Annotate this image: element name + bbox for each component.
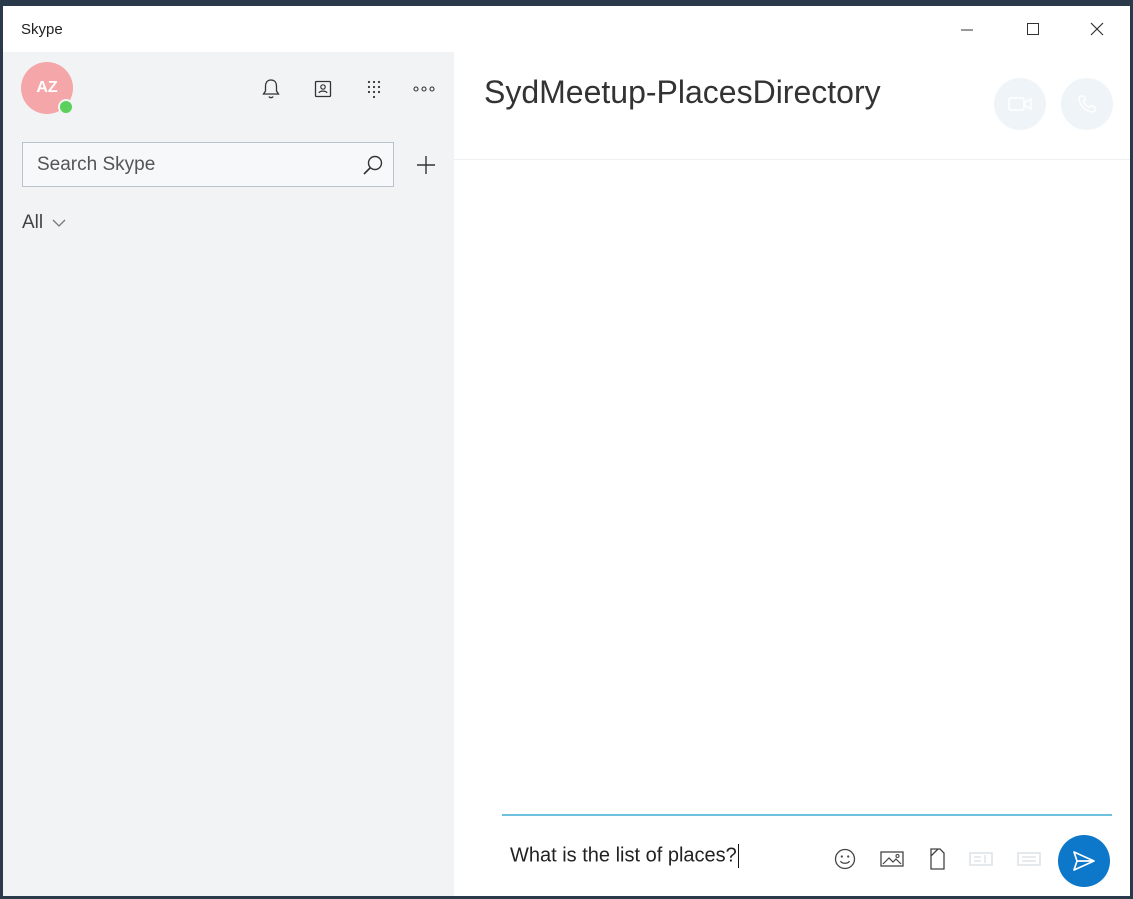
dialpad-button[interactable] (361, 76, 387, 102)
more-icon (413, 86, 435, 92)
title-bar: Skype (3, 6, 1130, 52)
filter-label: All (22, 212, 44, 233)
bell-icon (262, 79, 280, 99)
contact-card-icon (969, 852, 993, 866)
send-image-button[interactable] (877, 844, 907, 874)
video-call-icon (1008, 97, 1032, 111)
chat-panel: SydMeetup-PlacesDirectory What is the li… (454, 52, 1130, 896)
more-options-icon (1017, 852, 1041, 866)
send-icon (1073, 851, 1095, 871)
message-text: What is the list of places? (510, 844, 737, 867)
minimize-icon (961, 29, 973, 31)
chat-title[interactable]: SydMeetup-PlacesDirectory (484, 74, 881, 111)
filter-dropdown[interactable]: All (22, 212, 67, 234)
dialpad-icon (367, 80, 381, 99)
skype-window: Skype AZ Search Skype All SydMeetup-Plac… (3, 6, 1130, 896)
emoji-button[interactable] (830, 844, 860, 874)
chevron-down-icon (52, 219, 66, 227)
send-file-button[interactable] (922, 844, 952, 874)
send-contact-button[interactable] (966, 844, 996, 874)
file-icon (930, 848, 945, 870)
more-options-button[interactable] (411, 76, 437, 102)
contacts-icon (314, 80, 332, 98)
plus-icon (417, 156, 435, 174)
video-call-button[interactable] (994, 78, 1046, 130)
image-icon (880, 851, 904, 867)
minimize-button[interactable] (935, 6, 999, 52)
avatar-initials: AZ (36, 79, 58, 96)
presence-indicator (58, 99, 74, 115)
new-chat-button[interactable] (411, 150, 441, 180)
sidebar: AZ Search Skype All (3, 52, 454, 896)
search-icon[interactable] (361, 153, 385, 177)
notifications-button[interactable] (258, 76, 284, 102)
close-icon (1090, 22, 1104, 36)
search-box (22, 142, 394, 187)
audio-call-button[interactable] (1061, 78, 1113, 130)
close-button[interactable] (1065, 6, 1129, 52)
composer-focus-line (502, 814, 1112, 816)
contacts-button[interactable] (310, 76, 336, 102)
maximize-button[interactable] (1001, 6, 1065, 52)
send-button[interactable] (1058, 835, 1110, 887)
audio-call-icon (1078, 95, 1096, 113)
search-input[interactable] (23, 143, 353, 186)
message-input[interactable]: What is the list of places? (510, 844, 739, 868)
maximize-icon (1027, 23, 1039, 35)
emoji-icon (834, 848, 856, 870)
window-title: Skype (21, 21, 63, 38)
text-caret (737, 844, 739, 868)
more-compose-options-button[interactable] (1014, 844, 1044, 874)
header-divider (454, 159, 1130, 160)
